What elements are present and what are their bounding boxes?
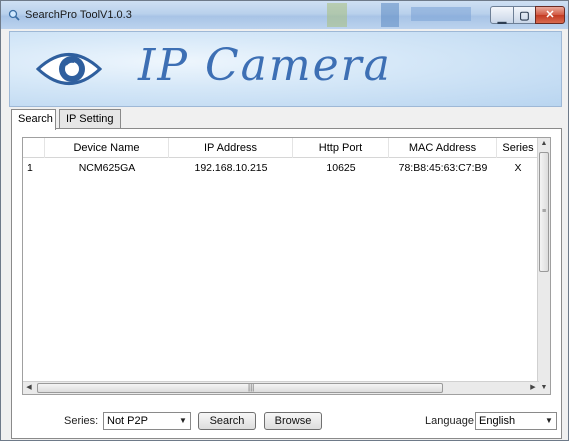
- close-button[interactable]: ✕: [535, 6, 565, 24]
- table-row[interactable]: 1 NCM625GA 192.168.10.215 10625 78:B8:45…: [23, 158, 539, 178]
- scroll-up-icon[interactable]: ▲: [538, 138, 550, 150]
- cell-device-name: NCM625GA: [78, 162, 136, 174]
- scroll-right-icon[interactable]: ▶: [527, 382, 539, 394]
- close-icon: ✕: [545, 9, 555, 21]
- grip-icon: ≡: [542, 208, 547, 215]
- column-header-ip-address[interactable]: IP Address: [169, 138, 293, 158]
- tab-ip-setting[interactable]: IP Setting: [59, 109, 121, 129]
- maximize-button[interactable]: ▢: [513, 6, 536, 24]
- minimize-icon: ▁: [497, 12, 507, 24]
- column-header-mac-address[interactable]: MAC Address: [389, 138, 497, 158]
- language-select[interactable]: English ▼: [475, 412, 557, 430]
- minimize-button[interactable]: ▁: [490, 6, 514, 24]
- vertical-scroll-thumb[interactable]: ≡: [539, 152, 549, 272]
- scroll-left-icon[interactable]: ◀: [23, 382, 35, 394]
- series-select[interactable]: Not P2P ▼: [103, 412, 191, 430]
- column-header-series[interactable]: Series: [497, 138, 539, 158]
- search-panel: Device Name IP Address Http Port MAC Add…: [11, 128, 562, 439]
- column-header-http-port[interactable]: Http Port: [293, 138, 389, 158]
- vertical-scrollbar[interactable]: ▲ ≡ ▼: [537, 138, 550, 394]
- bottom-toolbar: Series: Not P2P ▼ Search Browse Language…: [12, 409, 561, 435]
- cell-http-port: 10625: [326, 162, 356, 174]
- horizontal-scrollbar[interactable]: ◀ ||| ▶: [23, 381, 539, 394]
- row-index-header: [23, 138, 45, 158]
- cell-series: X: [514, 162, 522, 174]
- ip-camera-banner: IP Camera: [9, 31, 562, 107]
- grip-icon: |||: [248, 383, 255, 392]
- chevron-down-icon: ▼: [545, 416, 553, 425]
- chevron-down-icon: ▼: [179, 416, 187, 425]
- search-button[interactable]: Search: [198, 412, 256, 430]
- brand-title: IP Camera: [138, 40, 392, 91]
- row-index: 1: [27, 162, 33, 174]
- titlebar-decoration: [327, 3, 471, 27]
- app-window: SearchPro ToolV1.0.3 ▁ ▢ ✕ IP Camera Sea…: [0, 0, 569, 441]
- grid-header: Device Name IP Address Http Port MAC Add…: [23, 138, 539, 158]
- scroll-down-icon[interactable]: ▼: [538, 382, 550, 394]
- device-grid[interactable]: Device Name IP Address Http Port MAC Add…: [22, 137, 551, 395]
- cell-mac-address: 78:B8:45:63:C7:B9: [398, 162, 488, 174]
- window-title: SearchPro ToolV1.0.3: [25, 9, 132, 21]
- browse-button[interactable]: Browse: [264, 412, 322, 430]
- column-header-device-name[interactable]: Device Name: [45, 138, 169, 158]
- eye-logo-icon: [36, 53, 102, 85]
- language-label: Language: [425, 415, 474, 427]
- maximize-icon: ▢: [519, 10, 530, 22]
- tab-search[interactable]: Search: [11, 109, 56, 130]
- title-bar[interactable]: SearchPro ToolV1.0.3 ▁ ▢ ✕: [1, 1, 568, 29]
- language-select-value: English: [479, 415, 516, 427]
- series-label: Series:: [64, 415, 99, 427]
- horizontal-scroll-thumb[interactable]: |||: [37, 383, 443, 393]
- cell-ip-address: 192.168.10.215: [194, 162, 268, 174]
- series-select-value: Not P2P: [107, 415, 148, 427]
- magnifier-app-icon: [8, 9, 20, 21]
